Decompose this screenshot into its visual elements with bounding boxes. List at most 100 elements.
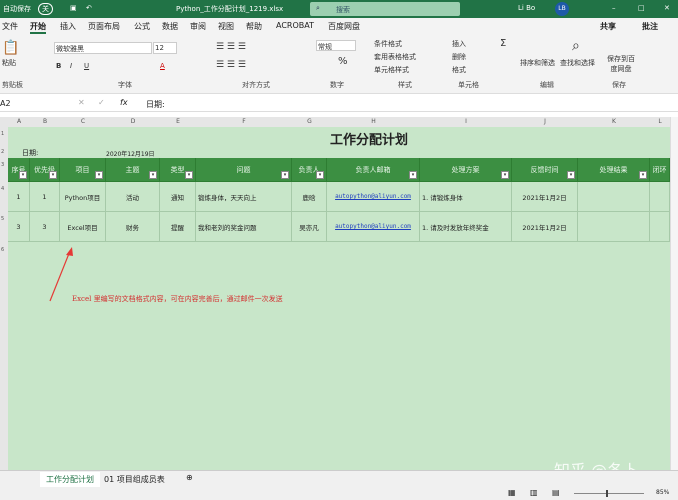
tab-data[interactable]: 数据: [162, 21, 178, 32]
tab-acrobat[interactable]: ACROBAT: [276, 21, 314, 30]
sort-filter-button[interactable]: 排序和筛选: [520, 58, 560, 68]
table-cell[interactable]: 财务: [106, 212, 160, 242]
filter-dropdown-icon[interactable]: ▾: [409, 171, 417, 179]
filter-dropdown-icon[interactable]: ▾: [281, 171, 289, 179]
percent-button[interactable]: %: [338, 56, 348, 67]
tab-review[interactable]: 审阅: [190, 21, 206, 32]
comment-button[interactable]: 批注: [642, 21, 658, 32]
conditional-format-button[interactable]: 条件格式: [374, 39, 402, 49]
column-header[interactable]: J: [512, 118, 578, 125]
filter-dropdown-icon[interactable]: ▾: [316, 171, 324, 179]
column-header[interactable]: K: [578, 118, 650, 125]
column-header[interactable]: H: [327, 118, 420, 125]
tab-baidu[interactable]: 百度网盘: [328, 21, 360, 32]
tab-file[interactable]: 文件: [2, 21, 18, 32]
tab-formulas[interactable]: 公式: [134, 21, 150, 32]
filter-dropdown-icon[interactable]: ▾: [567, 171, 575, 179]
filter-dropdown-icon[interactable]: ▾: [95, 171, 103, 179]
table-cell[interactable]: 3: [30, 212, 60, 242]
table-cell[interactable]: 吴亦凡: [292, 212, 327, 242]
table-cell[interactable]: 1: [8, 182, 30, 212]
table-cell[interactable]: [578, 182, 650, 212]
row-header[interactable]: 5: [1, 216, 4, 222]
column-header[interactable]: A: [8, 118, 30, 125]
row-header[interactable]: 1: [1, 131, 4, 137]
format-cells-button[interactable]: 格式: [452, 65, 466, 75]
insert-cells-button[interactable]: 插入: [452, 39, 466, 49]
table-cell[interactable]: 提醒: [160, 212, 196, 242]
page-break-icon[interactable]: ▤: [552, 488, 560, 497]
table-cell[interactable]: 2021年1月2日: [512, 182, 578, 212]
row-header[interactable]: 6: [1, 247, 4, 253]
column-header[interactable]: L: [650, 118, 670, 125]
email-link[interactable]: autopython@aliyun.com: [327, 212, 420, 242]
zoom-slider[interactable]: [574, 490, 644, 497]
undo-icon[interactable]: ↶: [86, 4, 92, 12]
formula-input[interactable]: 日期:: [146, 99, 165, 110]
delete-cells-button[interactable]: 删除: [452, 52, 466, 62]
add-sheet-button[interactable]: ⊕: [186, 473, 193, 482]
table-cell[interactable]: [578, 212, 650, 242]
underline-button[interactable]: U: [84, 62, 89, 70]
table-cell[interactable]: 通知: [160, 182, 196, 212]
row-header[interactable]: 3: [1, 162, 4, 168]
paste-icon[interactable]: 📋: [2, 40, 19, 56]
tab-help[interactable]: 帮助: [246, 21, 262, 32]
cell-style-button[interactable]: 单元格样式: [374, 65, 409, 75]
bold-button[interactable]: B: [56, 62, 61, 70]
table-cell[interactable]: 1: [30, 182, 60, 212]
tab-view[interactable]: 视图: [218, 21, 234, 32]
filter-dropdown-icon[interactable]: ▾: [185, 171, 193, 179]
font-color-button[interactable]: A: [160, 62, 165, 70]
table-cell[interactable]: 2021年1月2日: [512, 212, 578, 242]
filter-dropdown-icon[interactable]: ▾: [19, 171, 27, 179]
table-cell[interactable]: 鹿晗: [292, 182, 327, 212]
table-cell[interactable]: 3: [8, 212, 30, 242]
table-cell[interactable]: [650, 182, 670, 212]
font-size-select[interactable]: 12: [153, 42, 177, 54]
filter-dropdown-icon[interactable]: ▾: [501, 171, 509, 179]
table-cell[interactable]: 锻炼身体，天天向上: [196, 182, 292, 212]
table-cell[interactable]: Excel项目: [60, 212, 106, 242]
column-header[interactable]: E: [160, 118, 196, 125]
align-buttons-2[interactable]: ☰ ☰ ☰: [216, 60, 246, 70]
column-header[interactable]: C: [60, 118, 106, 125]
function-icon[interactable]: fx: [120, 98, 128, 107]
align-buttons[interactable]: ☰ ☰ ☰: [216, 42, 246, 52]
column-header[interactable]: G: [292, 118, 327, 125]
column-header[interactable]: B: [30, 118, 60, 125]
search-input[interactable]: ⌕ 搜索: [310, 2, 460, 16]
paste-button[interactable]: 粘贴: [2, 58, 16, 68]
filter-dropdown-icon[interactable]: ▾: [149, 171, 157, 179]
column-header[interactable]: I: [420, 118, 512, 125]
search-icon[interactable]: ⌕: [572, 38, 580, 54]
save-icon[interactable]: ▣: [70, 4, 77, 12]
normal-view-icon[interactable]: ▦: [508, 488, 516, 497]
minimize-button[interactable]: –: [612, 4, 616, 12]
vertical-scrollbar[interactable]: [670, 117, 678, 470]
font-name-select[interactable]: 微软雅黑: [54, 42, 152, 54]
share-button[interactable]: 共享: [600, 21, 616, 32]
filter-dropdown-icon[interactable]: ▾: [639, 171, 647, 179]
sum-icon[interactable]: Σ: [500, 38, 506, 49]
enter-icon[interactable]: ✓: [98, 98, 105, 107]
tab-home[interactable]: 开始: [30, 21, 46, 34]
table-cell[interactable]: Python项目: [60, 182, 106, 212]
column-header[interactable]: D: [106, 118, 160, 125]
italic-button[interactable]: I: [70, 62, 72, 70]
close-button[interactable]: ✕: [664, 4, 670, 12]
filter-dropdown-icon[interactable]: ▾: [49, 171, 57, 179]
table-cell[interactable]: [650, 212, 670, 242]
cancel-icon[interactable]: ✕: [78, 98, 85, 107]
autosave-toggle[interactable]: 关: [38, 3, 53, 15]
worksheet-grid[interactable]: 工作分配计划 日期: 2020年12月19日 Excel 里编写的文档格式内容，…: [8, 127, 670, 480]
column-header[interactable]: F: [196, 118, 292, 125]
number-format-select[interactable]: 常规: [316, 40, 356, 51]
table-format-button[interactable]: 套用表格格式: [374, 52, 416, 62]
tab-insert[interactable]: 插入: [60, 21, 76, 32]
row-header[interactable]: 2: [1, 149, 4, 155]
table-cell[interactable]: 我和老刘的奖金问题: [196, 212, 292, 242]
avatar[interactable]: LB: [555, 2, 569, 16]
save-to-baidu-button[interactable]: 保存到百度网盘: [606, 54, 636, 74]
maximize-button[interactable]: □: [638, 4, 645, 12]
